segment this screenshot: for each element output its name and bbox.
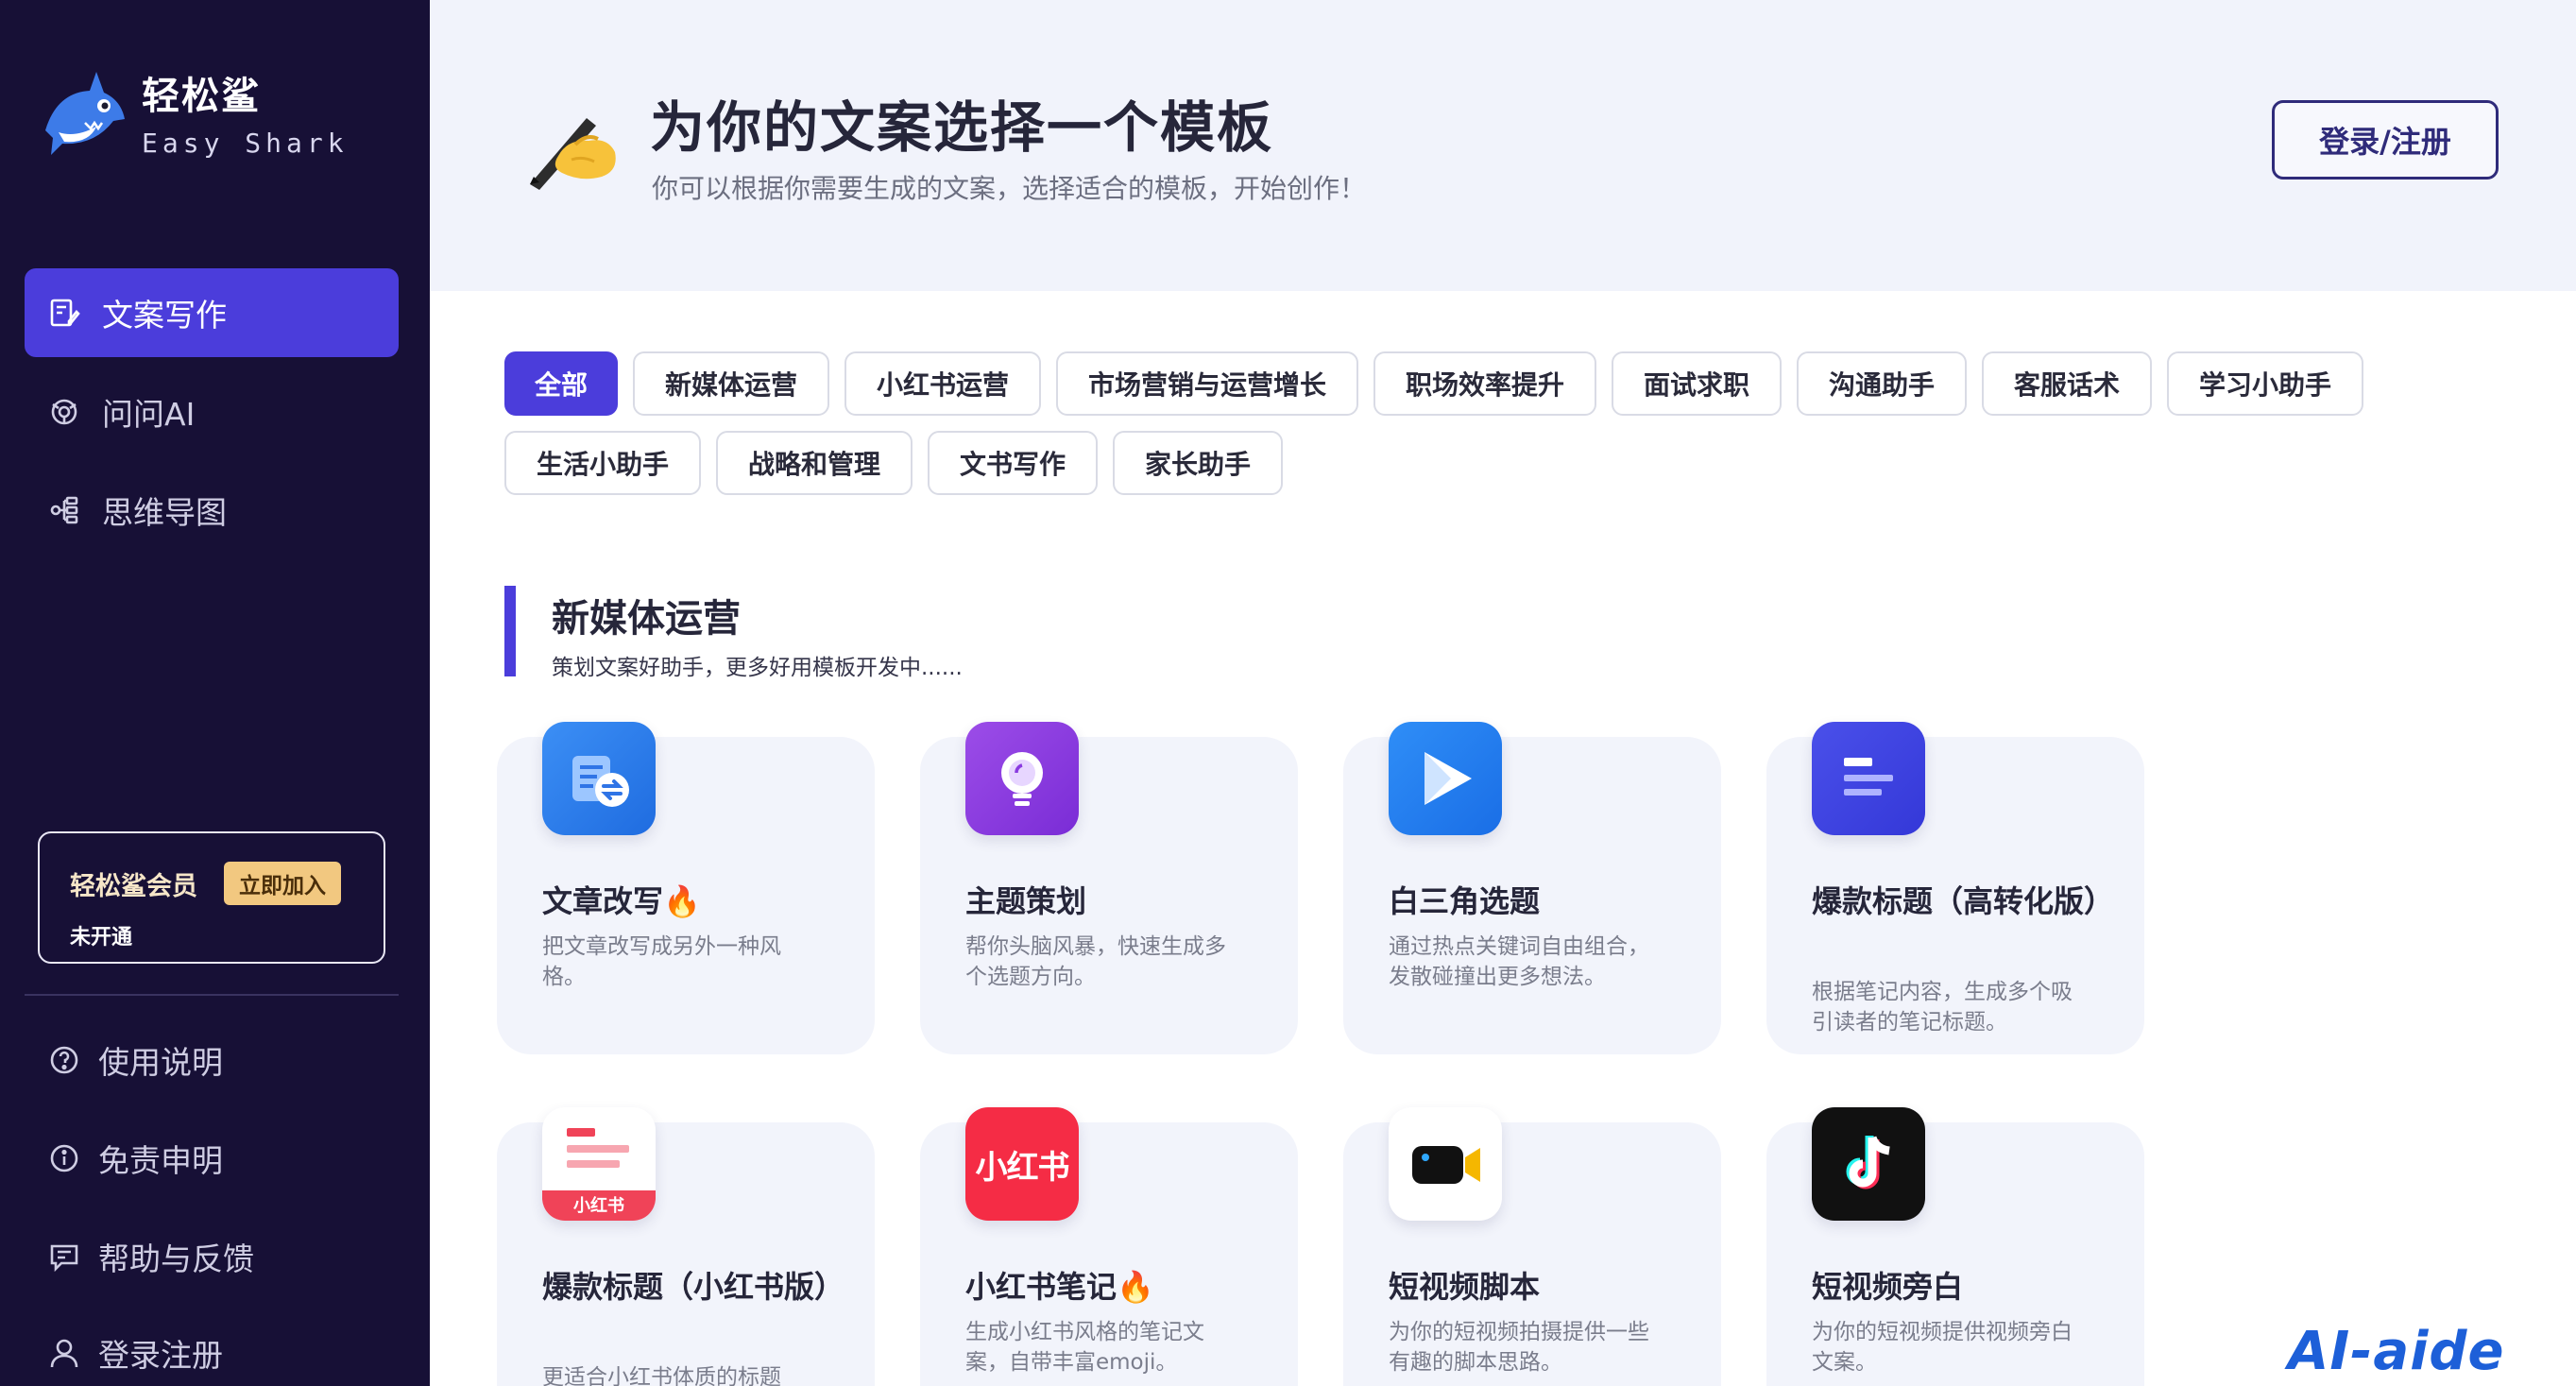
login-register-button[interactable]: 登录/注册	[2272, 100, 2499, 180]
section-subtitle: 策划文案好助手，更多好用模板开发中......	[552, 656, 963, 680]
template-desc: 生成小红书风格的笔记文案，自带丰富emoji。	[965, 1320, 1204, 1375]
nav-item-mindmap[interactable]: 思维导图	[25, 466, 399, 555]
brand-name-en: Easy Shark	[142, 127, 349, 159]
category-chip-study[interactable]: 学习小助手	[2167, 351, 2363, 416]
category-chip-new-media[interactable]: 新媒体运营	[633, 351, 829, 416]
brand-name-cn: 轻松鲨	[142, 74, 261, 118]
template-title: 爆款标题（高转化版）	[1812, 883, 2115, 919]
category-chip-customer-service[interactable]: 客服话术	[1982, 351, 2152, 416]
feedback-icon	[47, 1240, 81, 1274]
category-chip-all[interactable]: 全部	[504, 351, 618, 416]
lightbulb-icon	[965, 722, 1079, 835]
join-membership-button[interactable]: 立即加入	[224, 862, 341, 905]
template-title: 短视频旁白	[1812, 1269, 1964, 1305]
xiaohongshu-badge-text: 小红书	[573, 1196, 624, 1216]
tiktok-icon	[1812, 1107, 1925, 1221]
section-title: 新媒体运营	[552, 597, 741, 641]
watermark: AI-aide	[2288, 1321, 2505, 1382]
page-header: 为你的文案选择一个模板 你可以根据你需要生成的文案，选择适合的模板，开始创作！ …	[430, 0, 2576, 291]
sidebar-item-label: 登录注册	[98, 1337, 223, 1374]
video-camera-icon	[1389, 1107, 1502, 1221]
template-title: 短视频脚本	[1389, 1269, 1541, 1305]
edit-doc-icon	[47, 296, 81, 330]
category-chip-life[interactable]: 生活小助手	[504, 431, 701, 495]
membership-card[interactable]: 轻松鲨会员 立即加入 未开通	[38, 831, 385, 964]
category-chip-parent[interactable]: 家长助手	[1113, 431, 1283, 495]
xiaohongshu-logo-text: 小红书	[975, 1148, 1070, 1187]
help-circle-icon	[47, 1043, 81, 1077]
template-desc: 为你的短视频拍摄提供一些有趣的脚本思路。	[1389, 1320, 1649, 1375]
page-title: 为你的文案选择一个模板	[650, 95, 1274, 160]
xiaohongshu-title-icon: 小红书	[542, 1107, 656, 1221]
shark-logo-icon	[45, 72, 125, 155]
nav-label: 问问AI	[102, 396, 196, 433]
user-icon	[47, 1336, 81, 1370]
category-chip-communication[interactable]: 沟通助手	[1797, 351, 1967, 416]
nav-label: 思维导图	[102, 494, 227, 531]
writing-hand-icon	[530, 118, 616, 190]
sidebar-item-label: 帮助与反馈	[98, 1241, 254, 1277]
sidebar-item-disclaimer[interactable]: 免责申明	[47, 1136, 223, 1181]
template-title: 小红书笔记🔥	[965, 1269, 1154, 1305]
ai-chat-icon	[47, 395, 81, 429]
template-desc: 更适合小红书体质的标题	[542, 1365, 781, 1386]
membership-title: 轻松鲨会员	[70, 871, 197, 901]
sidebar-item-help-feedback[interactable]: 帮助与反馈	[47, 1234, 254, 1279]
mindmap-icon	[47, 493, 81, 527]
template-title: 白三角选题	[1389, 883, 1541, 919]
sidebar-item-login[interactable]: 登录注册	[47, 1330, 223, 1376]
category-chip-strategy[interactable]: 战略和管理	[716, 431, 913, 495]
sidebar-item-label: 免责申明	[98, 1142, 223, 1179]
text-lines-icon	[1812, 722, 1925, 835]
category-chip-interview[interactable]: 面试求职	[1612, 351, 1782, 416]
category-chip-xiaohongshu[interactable]: 小红书运营	[844, 351, 1041, 416]
play-triangle-icon	[1389, 722, 1502, 835]
document-swap-icon	[542, 722, 656, 835]
nav-item-ask-ai[interactable]: 问问AI	[25, 368, 399, 456]
template-desc: 帮你头脑风暴，快速生成多个选题方向。	[965, 934, 1226, 989]
category-chip-document-writing[interactable]: 文书写作	[928, 431, 1098, 495]
section-accent-bar	[504, 586, 516, 676]
template-desc: 通过热点关键词自由组合，发散碰撞出更多想法。	[1389, 934, 1649, 989]
category-chip-marketing-growth[interactable]: 市场营销与运营增长	[1056, 351, 1358, 416]
sidebar: 轻松鲨 Easy Shark 文案写作 问问AI 思维导图 轻松鲨会员 立即加入…	[0, 0, 430, 1386]
category-chip-work-efficiency[interactable]: 职场效率提升	[1373, 351, 1596, 416]
page-subtitle: 你可以根据你需要生成的文案，选择适合的模板，开始创作！	[652, 173, 1367, 204]
xiaohongshu-icon: 小红书	[965, 1107, 1079, 1221]
template-title: 文章改写🔥	[542, 883, 701, 919]
sidebar-item-usage-guide[interactable]: 使用说明	[47, 1037, 223, 1083]
nav-label: 文案写作	[102, 297, 227, 334]
brand-logo[interactable]: 轻松鲨 Easy Shark	[38, 64, 349, 159]
sidebar-divider	[25, 994, 399, 996]
template-desc: 为你的短视频提供视频旁白文案。	[1812, 1320, 2073, 1375]
template-title: 主题策划	[965, 883, 1087, 919]
sidebar-item-label: 使用说明	[98, 1044, 223, 1081]
template-desc: 根据笔记内容，生成多个吸引读者的笔记标题。	[1812, 980, 2073, 1035]
template-title: 爆款标题（小红书版）	[542, 1269, 845, 1305]
info-circle-icon	[47, 1141, 81, 1175]
nav-item-copywriting[interactable]: 文案写作	[25, 268, 399, 357]
membership-status: 未开通	[70, 926, 133, 950]
template-desc: 把文章改写成另外一种风格。	[542, 934, 781, 989]
